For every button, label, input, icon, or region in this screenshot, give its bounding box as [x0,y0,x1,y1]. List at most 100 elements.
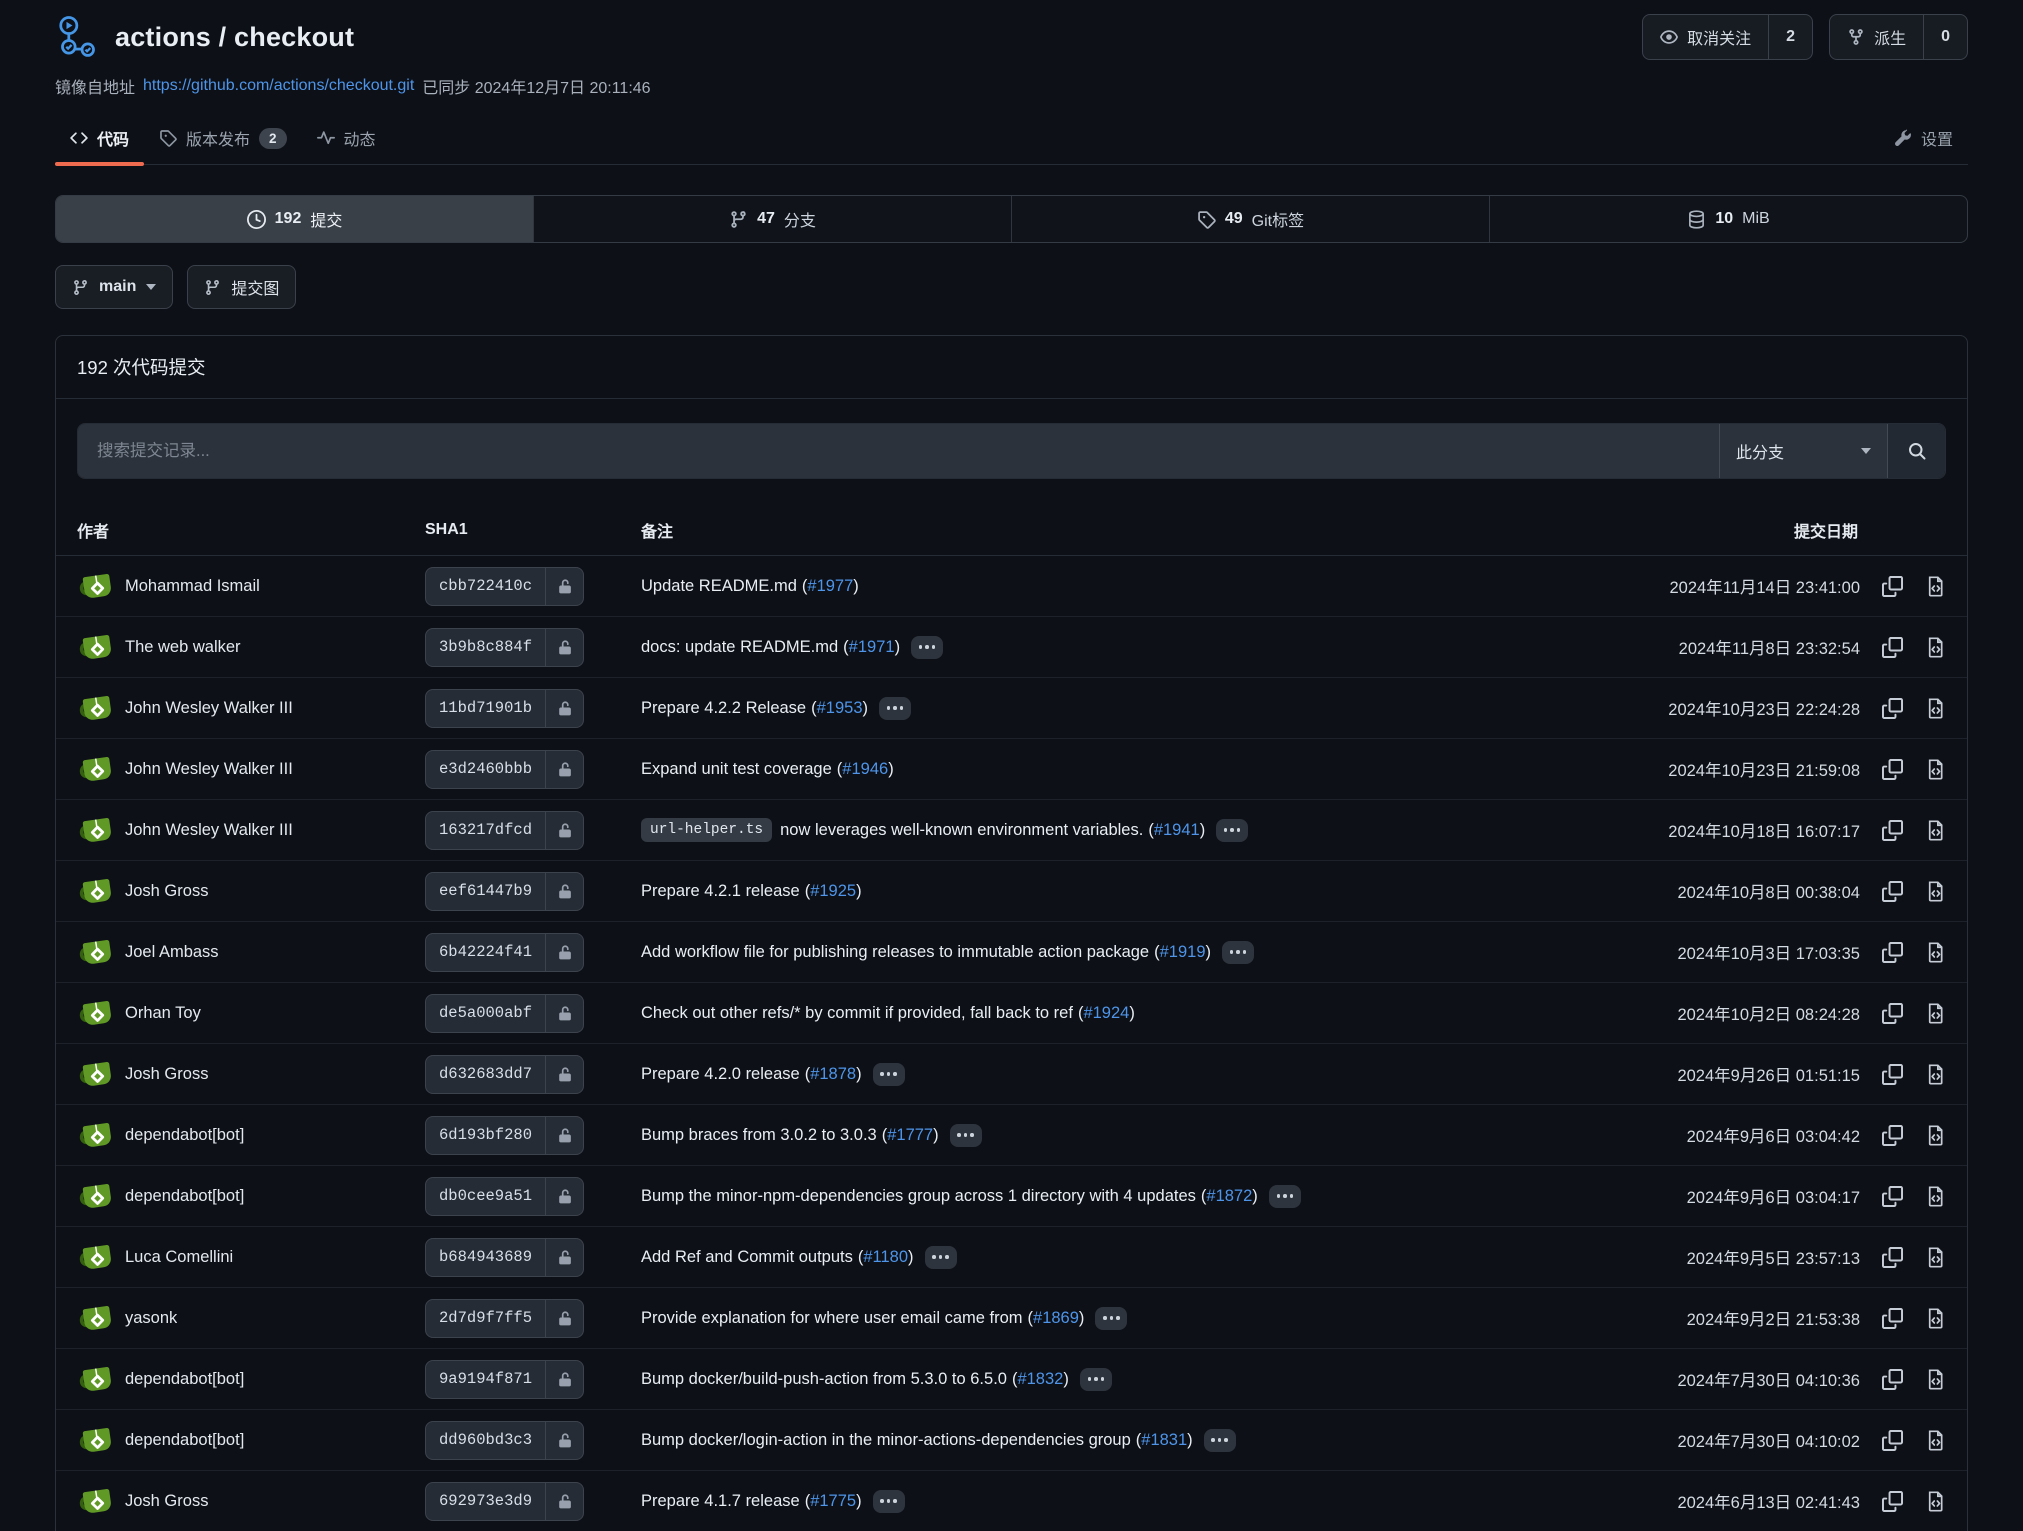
commit-message-link[interactable]: Provide explanation for where user email… [641,1309,1023,1328]
tab-releases[interactable]: 版本发布 2 [144,114,302,164]
copy-sha-icon[interactable] [1882,1064,1903,1085]
commit-author-name[interactable]: Luca Comellini [125,1248,233,1267]
mirror-url-link[interactable]: https://github.com/actions/checkout.git [143,77,414,95]
pr-link[interactable]: #1925 [810,882,856,901]
pr-link[interactable]: #1832 [1017,1370,1063,1389]
expand-commit-body-button[interactable] [879,697,911,720]
expand-commit-body-button[interactable] [1222,941,1254,964]
expand-commit-body-button[interactable] [1095,1307,1127,1330]
commit-sha[interactable]: d632683dd7 [426,1056,545,1093]
copy-sha-icon[interactable] [1882,576,1903,597]
commit-sha-badge[interactable]: 9a9194f871 [425,1360,584,1399]
commit-sha-badge[interactable]: db0cee9a51 [425,1177,584,1216]
pr-link[interactable]: #1180 [863,1248,908,1267]
browse-source-icon[interactable] [1925,1186,1946,1207]
pr-link[interactable]: #1977 [807,577,853,596]
commit-sha-badge[interactable]: 163217dfcd [425,811,584,850]
copy-sha-icon[interactable] [1882,1186,1903,1207]
fork-count[interactable]: 0 [1923,15,1967,59]
expand-commit-body-button[interactable] [873,1063,905,1086]
stat-commits[interactable]: 192 提交 [56,196,534,242]
commit-message-link[interactable]: Update README.md [641,577,797,596]
pr-link[interactable]: #1919 [1160,943,1206,962]
expand-commit-body-button[interactable] [873,1490,905,1513]
commit-message-link[interactable]: now leverages well-known environment var… [780,821,1143,840]
commit-author-name[interactable]: John Wesley Walker III [125,699,293,718]
stat-size[interactable]: 10 MiB [1490,196,1967,242]
commit-message-link[interactable]: Prepare 4.2.2 Release [641,699,806,718]
commit-sha-badge[interactable]: 692973e3d9 [425,1482,584,1521]
commit-sha-badge[interactable]: cbb722410c [425,567,584,606]
browse-source-icon[interactable] [1925,881,1946,902]
commit-author-name[interactable]: yasonk [125,1309,177,1328]
expand-commit-body-button[interactable] [1204,1429,1236,1452]
commit-author-name[interactable]: Josh Gross [125,882,208,901]
search-button[interactable] [1887,424,1945,478]
copy-sha-icon[interactable] [1882,942,1903,963]
pr-link[interactable]: #1924 [1083,1004,1129,1023]
commit-sha[interactable]: b684943689 [426,1239,545,1276]
search-commits-input[interactable] [78,424,1719,478]
browse-source-icon[interactable] [1925,1064,1946,1085]
expand-commit-body-button[interactable] [950,1124,982,1147]
browse-source-icon[interactable] [1925,1369,1946,1390]
copy-sha-icon[interactable] [1882,1491,1903,1512]
copy-sha-icon[interactable] [1882,1369,1903,1390]
commit-sha[interactable]: 692973e3d9 [426,1483,545,1520]
copy-sha-icon[interactable] [1882,698,1903,719]
pr-link[interactable]: #1953 [817,699,863,718]
commit-message-link[interactable]: Add workflow file for publishing release… [641,943,1149,962]
commit-sha[interactable]: 2d7d9f7ff5 [426,1300,545,1337]
commit-message-link[interactable]: Bump the minor-npm-dependencies group ac… [641,1187,1196,1206]
commit-author-name[interactable]: John Wesley Walker III [125,760,293,779]
commit-author-name[interactable]: John Wesley Walker III [125,821,293,840]
copy-sha-icon[interactable] [1882,1125,1903,1146]
commit-graph-button[interactable]: 提交图 [187,265,296,309]
pr-link[interactable]: #1946 [842,760,888,779]
pr-link[interactable]: #1869 [1033,1309,1079,1328]
copy-sha-icon[interactable] [1882,1308,1903,1329]
tab-settings[interactable]: 设置 [1879,114,1968,164]
commit-message-link[interactable]: Check out other refs/* by commit if prov… [641,1004,1073,1023]
commit-sha[interactable]: 3b9b8c884f [426,629,545,666]
commit-sha-badge[interactable]: 11bd71901b [425,689,584,728]
expand-commit-body-button[interactable] [1216,819,1248,842]
commit-sha[interactable]: 6b42224f41 [426,934,545,971]
stat-branches[interactable]: 47 分支 [534,196,1012,242]
branch-selector[interactable]: main [55,265,173,309]
browse-source-icon[interactable] [1925,576,1946,597]
commit-message-link[interactable]: Add Ref and Commit outputs [641,1248,853,1267]
commit-sha[interactable]: db0cee9a51 [426,1178,545,1215]
commit-message-link[interactable]: Bump docker/login-action in the minor-ac… [641,1431,1131,1450]
commit-sha-badge[interactable]: 3b9b8c884f [425,628,584,667]
pr-link[interactable]: #1777 [887,1126,933,1145]
commit-sha[interactable]: eef61447b9 [426,873,545,910]
commit-author-name[interactable]: Mohammad Ismail [125,577,260,596]
copy-sha-icon[interactable] [1882,881,1903,902]
branch-filter-dropdown[interactable]: 此分支 [1719,424,1887,478]
browse-source-icon[interactable] [1925,942,1946,963]
commit-sha[interactable]: cbb722410c [426,568,545,605]
commit-sha-badge[interactable]: 2d7d9f7ff5 [425,1299,584,1338]
expand-commit-body-button[interactable] [925,1246,957,1269]
commit-sha-badge[interactable]: e3d2460bbb [425,750,584,789]
commit-author-name[interactable]: Orhan Toy [125,1004,201,1023]
commit-sha-badge[interactable]: eef61447b9 [425,872,584,911]
commit-author-name[interactable]: dependabot[bot] [125,1370,244,1389]
browse-source-icon[interactable] [1925,1125,1946,1146]
commit-sha[interactable]: dd960bd3c3 [426,1422,545,1459]
commit-sha-badge[interactable]: 6b42224f41 [425,933,584,972]
commit-author-name[interactable]: dependabot[bot] [125,1126,244,1145]
fork-button[interactable]: 派生 0 [1829,14,1968,60]
commit-message-link[interactable]: Prepare 4.2.1 release [641,882,800,901]
copy-sha-icon[interactable] [1882,1430,1903,1451]
commit-author-name[interactable]: Joel Ambass [125,943,219,962]
tab-code[interactable]: 代码 [55,114,144,164]
commit-message-link[interactable]: Bump braces from 3.0.2 to 3.0.3 [641,1126,877,1145]
commit-author-name[interactable]: Josh Gross [125,1492,208,1511]
browse-source-icon[interactable] [1925,1491,1946,1512]
copy-sha-icon[interactable] [1882,820,1903,841]
expand-commit-body-button[interactable] [911,636,943,659]
tab-activity[interactable]: 动态 [302,114,391,164]
commit-message-link[interactable]: Prepare 4.1.7 release [641,1492,800,1511]
